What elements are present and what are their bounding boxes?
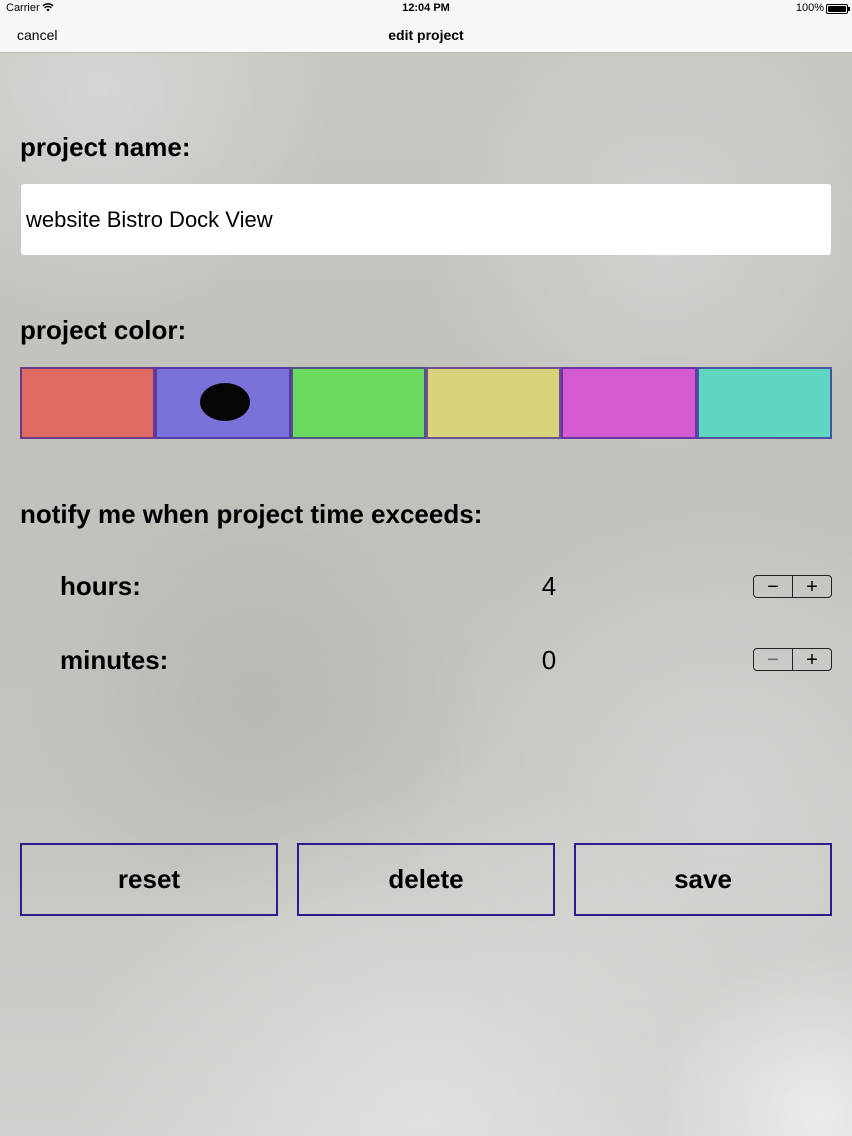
reset-button[interactable]: reset	[20, 843, 278, 916]
color-picker	[20, 367, 832, 439]
hours-label: hours:	[60, 571, 141, 601]
project-name-input[interactable]	[21, 184, 831, 255]
delete-button[interactable]: delete	[297, 843, 555, 916]
hours-decrement-button[interactable]: −	[754, 576, 792, 597]
color-swatch[interactable]	[20, 367, 156, 439]
minutes-label: minutes:	[60, 645, 169, 675]
minutes-decrement-button[interactable]: −	[754, 649, 792, 670]
status-bar: Carrier 12:04 PM 100%	[0, 0, 852, 18]
color-swatch[interactable]	[696, 367, 832, 439]
hours-stepper: − +	[753, 575, 832, 598]
color-swatch[interactable]	[561, 367, 697, 439]
hours-value: 4	[541, 571, 557, 601]
battery-icon	[826, 4, 850, 14]
selected-indicator-icon	[199, 383, 250, 421]
project-name-label: project name:	[20, 132, 191, 162]
minutes-stepper: − +	[753, 648, 832, 671]
battery-percent: 100%	[795, 2, 824, 14]
status-time: 12:04 PM	[402, 2, 450, 14]
notify-label: notify me when project time exceeds:	[20, 499, 483, 529]
hours-increment-button[interactable]: +	[792, 576, 831, 597]
color-swatch[interactable]	[425, 367, 562, 439]
color-swatch[interactable]	[290, 367, 426, 439]
navigation-bar: cancel edit project	[0, 18, 852, 53]
minutes-value: 0	[541, 645, 557, 675]
page-title: edit project	[388, 27, 464, 43]
project-color-label: project color:	[20, 315, 187, 345]
save-button[interactable]: save	[574, 843, 832, 916]
color-swatch[interactable]	[155, 367, 291, 439]
minutes-increment-button[interactable]: +	[792, 649, 831, 670]
